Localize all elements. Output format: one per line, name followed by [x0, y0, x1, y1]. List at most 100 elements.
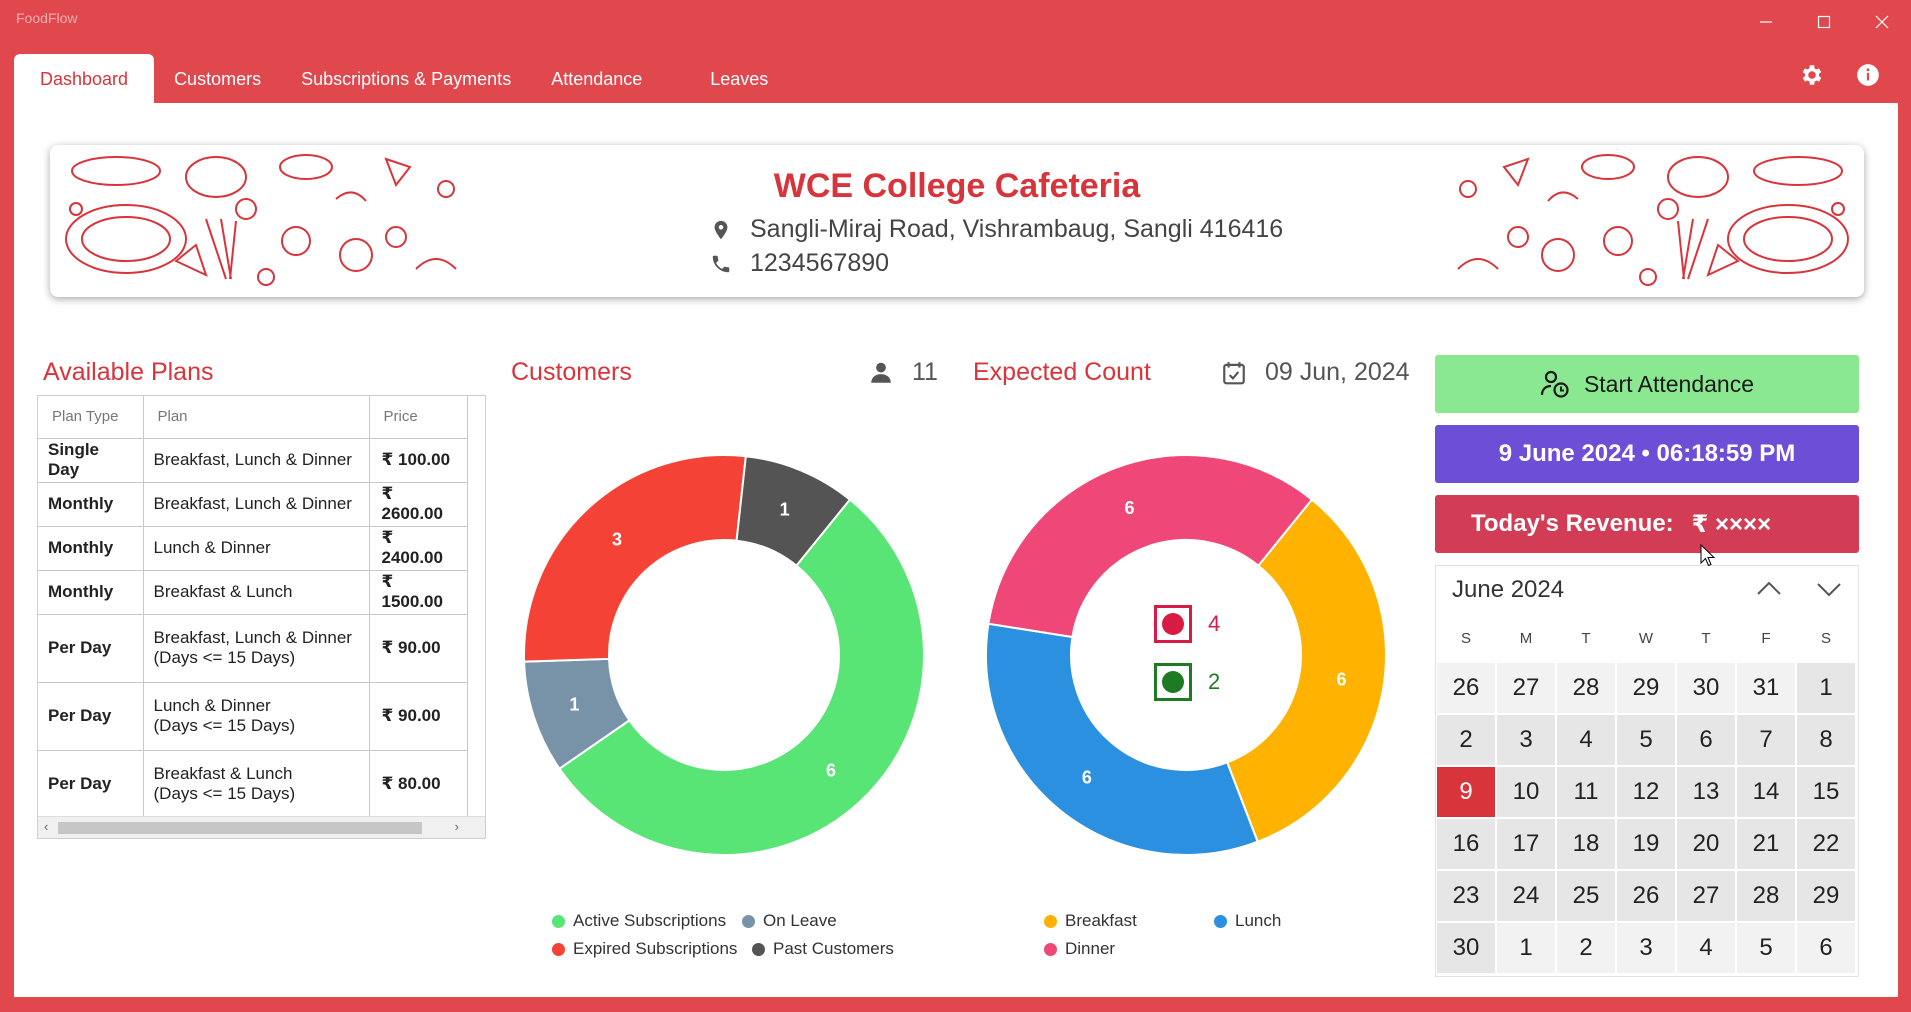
calendar-day[interactable]: 3	[1497, 715, 1555, 765]
start-attendance-button[interactable]: Start Attendance	[1435, 355, 1859, 413]
tab-customers[interactable]: Customers	[154, 54, 281, 104]
legend-label: Past Customers	[773, 939, 894, 958]
calendar-day[interactable]: 2	[1557, 923, 1615, 973]
legend-swatch	[1214, 914, 1227, 928]
calendar-day[interactable]: 22	[1797, 819, 1855, 869]
calendar-day[interactable]: 6	[1797, 923, 1855, 973]
donut-slice[interactable]	[987, 454, 1314, 639]
calendar-day[interactable]: 30	[1677, 663, 1735, 713]
calendar-day[interactable]: 28	[1557, 663, 1615, 713]
slice-value-label: 1	[569, 694, 579, 714]
legend-item[interactable]: Active Subscriptions	[552, 911, 726, 931]
chevron-down-icon[interactable]	[1814, 578, 1844, 600]
table-row[interactable]: Monthly Breakfast & Lunch ₹ 1500.00	[38, 569, 468, 615]
tab-attendance[interactable]: Attendance	[531, 54, 662, 104]
legend-item[interactable]: Past Customers	[752, 939, 894, 959]
calendar-day[interactable]: 7	[1737, 715, 1795, 765]
cafeteria-banner: WCE College Cafeteria Sangli-Miraj Road,…	[50, 145, 1864, 297]
calendar-day[interactable]: 17	[1497, 819, 1555, 869]
calendar-day[interactable]: 18	[1557, 819, 1615, 869]
calendar-day[interactable]: 26	[1437, 663, 1495, 713]
calendar-day[interactable]: 5	[1737, 923, 1795, 973]
tab-dashboard[interactable]: Dashboard	[14, 54, 155, 104]
calendar-day[interactable]: 19	[1617, 819, 1675, 869]
calendar-day[interactable]: 27	[1497, 663, 1555, 713]
tab-leaves[interactable]: Leaves	[662, 54, 788, 104]
legend-swatch	[1044, 942, 1057, 956]
price-cell: ₹ 90.00	[368, 681, 468, 751]
calendar-day[interactable]: 1	[1497, 923, 1555, 973]
calendar-day[interactable]: 2	[1437, 715, 1495, 765]
price-cell: ₹ 100.00	[368, 437, 468, 483]
table-row[interactable]: Per Day Lunch & Dinner (Days <= 15 Days) ₹ …	[38, 681, 468, 751]
scroll-left-icon[interactable]: ‹	[44, 819, 48, 834]
calendar-day[interactable]: 27	[1677, 871, 1735, 921]
customers-donut-chart: 6 1 3 1	[523, 454, 925, 860]
table-row[interactable]: Monthly Breakfast, Lunch & Dinner ₹ 2600.0…	[38, 481, 468, 527]
plan-type-cell: Monthly	[38, 525, 144, 571]
maximize-button[interactable]	[1795, 0, 1853, 44]
calendar-day[interactable]: 14	[1737, 767, 1795, 817]
donut-slice[interactable]	[523, 454, 747, 663]
calendar-day[interactable]: 23	[1437, 871, 1495, 921]
calendar-day[interactable]: 24	[1497, 871, 1555, 921]
calendar-day[interactable]: 29	[1617, 663, 1675, 713]
calendar-day[interactable]: 20	[1677, 819, 1735, 869]
table-row[interactable]: Single Day Breakfast, Lunch & Dinner ₹ 100…	[38, 437, 468, 483]
calendar-day[interactable]: 4	[1677, 923, 1735, 973]
calendar-day[interactable]: 15	[1797, 767, 1855, 817]
cafeteria-address: Sangli-Miraj Road, Vishrambaug, Sangli 4…	[710, 215, 1283, 244]
donut-slice[interactable]	[985, 622, 1259, 856]
calendar-day[interactable]: 31	[1737, 663, 1795, 713]
tab-subscriptions-payments[interactable]: Subscriptions & Payments	[281, 54, 531, 104]
scrollbar-thumb[interactable]	[58, 822, 422, 834]
info-icon[interactable]	[1855, 62, 1881, 88]
legend-item[interactable]: Lunch	[1214, 911, 1281, 931]
slice-value-label: 1	[780, 500, 790, 520]
slice-value-label: 3	[612, 529, 622, 549]
horizontal-scrollbar[interactable]: ‹ ›	[38, 816, 485, 838]
calendar-day[interactable]: 8	[1797, 715, 1855, 765]
calendar-day[interactable]: 10	[1497, 767, 1555, 817]
calendar-day[interactable]: 6	[1677, 715, 1735, 765]
calendar-day[interactable]: 3	[1617, 923, 1675, 973]
legend-item[interactable]: Breakfast	[1044, 911, 1137, 931]
legend-label: Dinner	[1065, 939, 1116, 958]
minimize-button[interactable]	[1737, 0, 1795, 44]
weekday-label: S	[1820, 630, 1831, 647]
calendar-day[interactable]: 25	[1557, 871, 1615, 921]
column-header-price[interactable]: Price	[368, 396, 468, 439]
table-row[interactable]: Per Day Breakfast, Lunch & Dinner (Days <=…	[38, 613, 468, 683]
calendar-day[interactable]: 21	[1737, 819, 1795, 869]
gear-icon[interactable]	[1799, 62, 1825, 88]
calendar-month-label[interactable]: June 2024	[1452, 576, 1564, 604]
legend-item[interactable]: Dinner	[1044, 939, 1115, 959]
calendar-day[interactable]: 16	[1437, 819, 1495, 869]
scroll-right-icon[interactable]: ›	[455, 819, 459, 834]
revenue-value: ₹ ××××	[1691, 510, 1772, 538]
calendar-day[interactable]: 9	[1437, 767, 1495, 817]
calendar-day[interactable]: 4	[1557, 715, 1615, 765]
table-row[interactable]: Monthly Lunch & Dinner ₹ 2400.00	[38, 525, 468, 571]
legend-item[interactable]: Expired Subscriptions	[552, 939, 737, 959]
column-header-plan[interactable]: Plan	[142, 396, 370, 439]
column-header-plan-type[interactable]: Plan Type	[38, 396, 144, 439]
calendar-day[interactable]: 11	[1557, 767, 1615, 817]
calendar-day[interactable]: 28	[1737, 871, 1795, 921]
nonveg-icon	[1154, 605, 1192, 643]
close-button[interactable]	[1853, 0, 1911, 44]
calendar-day[interactable]: 12	[1617, 767, 1675, 817]
calendar-day[interactable]: 5	[1617, 715, 1675, 765]
calendar-day[interactable]: 29	[1797, 871, 1855, 921]
chevron-up-icon[interactable]	[1754, 578, 1784, 600]
app-title: FoodFlow	[16, 10, 78, 26]
plan-cell: Breakfast & Lunch (Days <= 15 Days)	[142, 749, 370, 819]
legend-item[interactable]: On Leave	[742, 911, 837, 931]
table-row[interactable]: Per Day Breakfast & Lunch (Days <= 15 Days…	[38, 749, 468, 819]
calendar-day[interactable]: 30	[1437, 923, 1495, 973]
plan-cell: Lunch & Dinner	[142, 525, 370, 571]
calendar-day[interactable]: 26	[1617, 871, 1675, 921]
calendar-day[interactable]: 13	[1677, 767, 1735, 817]
calendar-day[interactable]: 1	[1797, 663, 1855, 713]
dashboard-panel: WCE College Cafeteria Sangli-Miraj Road,…	[14, 103, 1898, 997]
